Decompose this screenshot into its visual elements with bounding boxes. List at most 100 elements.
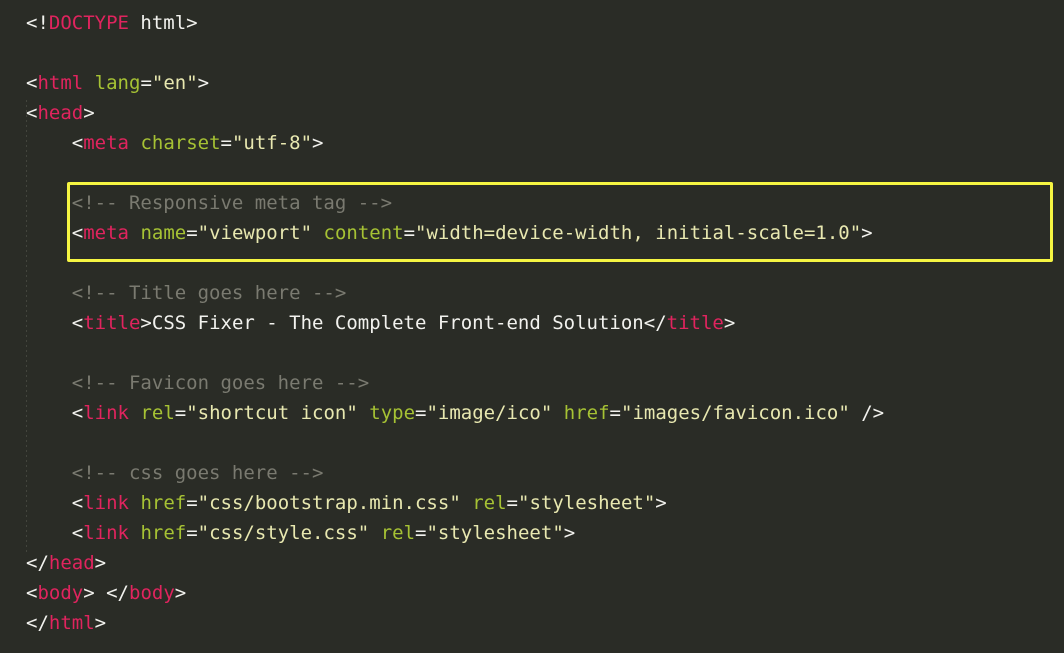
code-token-punct: </ bbox=[26, 552, 49, 574]
code-token-string: "shortcut icon" bbox=[186, 402, 358, 424]
code-token-punct: = bbox=[140, 72, 152, 94]
code-block[interactable]: <!DOCTYPE html> <html lang="en"> <head> <… bbox=[0, 0, 884, 638]
code-line[interactable]: <html lang="en"> bbox=[0, 68, 884, 98]
code-token-comment: <!-- css goes here --> bbox=[71, 462, 324, 484]
code-token-punct: < bbox=[26, 582, 38, 604]
code-token-punct: </ bbox=[106, 582, 129, 604]
code-token-comment: <!-- Title goes here --> bbox=[71, 282, 347, 304]
code-token-string: "stylesheet" bbox=[426, 522, 564, 544]
code-token-punct: <! bbox=[26, 12, 49, 34]
code-token-tag: head bbox=[48, 552, 95, 574]
code-token-punct: < bbox=[26, 102, 38, 124]
code-line[interactable]: <!-- css goes here --> bbox=[0, 458, 884, 488]
code-token-punct: = bbox=[174, 402, 187, 424]
code-line[interactable]: <body> </body> bbox=[0, 578, 884, 608]
code-token-punct: > bbox=[197, 72, 210, 94]
code-token-punct: > bbox=[83, 102, 95, 124]
code-line[interactable]: <link href="css/bootstrap.min.css" rel="… bbox=[0, 488, 884, 518]
code-token-attr: href bbox=[563, 402, 610, 424]
code-token-attr: href bbox=[140, 522, 187, 544]
code-token-tag: meta bbox=[83, 222, 129, 244]
code-token-punct: < bbox=[71, 402, 84, 424]
code-token-string: "image/ico" bbox=[426, 402, 553, 424]
code-line[interactable]: </html> bbox=[0, 608, 884, 638]
code-token-tag: html bbox=[48, 612, 95, 634]
code-token-punct: > bbox=[723, 312, 736, 334]
code-token-string: "utf-8" bbox=[231, 132, 313, 154]
code-token-text: html bbox=[128, 12, 187, 34]
code-token-string: "css/bootstrap.min.css" bbox=[197, 492, 461, 514]
code-token-punct: > bbox=[563, 522, 576, 544]
code-line[interactable] bbox=[0, 338, 884, 368]
code-viewer[interactable]: <!DOCTYPE html> <html lang="en"> <head> <… bbox=[0, 0, 1064, 653]
code-token-punct: = bbox=[186, 222, 198, 244]
code-token-punct: = bbox=[506, 492, 518, 514]
code-token-punct: < bbox=[71, 522, 84, 544]
code-token-punct: /> bbox=[849, 402, 885, 424]
code-token-attr: content bbox=[323, 222, 404, 244]
code-token-text: CSS Fixer - The Complete Front-end Solut… bbox=[151, 312, 644, 334]
code-line[interactable]: <!-- Responsive meta tag --> bbox=[0, 188, 884, 218]
code-token-punct: < bbox=[71, 312, 84, 334]
code-token-tag: link bbox=[83, 522, 129, 544]
code-token-tag: head bbox=[37, 102, 84, 124]
code-line[interactable]: <title>CSS Fixer - The Complete Front-en… bbox=[0, 308, 884, 338]
code-token-punct: < bbox=[26, 72, 38, 94]
code-line[interactable]: <!DOCTYPE html> bbox=[0, 8, 884, 38]
code-token-tag: body bbox=[37, 582, 84, 604]
code-line[interactable]: <!-- Favicon goes here --> bbox=[0, 368, 884, 398]
code-line[interactable]: <meta charset="utf-8"> bbox=[0, 128, 884, 158]
code-line[interactable]: <!-- Title goes here --> bbox=[0, 278, 884, 308]
code-line[interactable]: <head> bbox=[0, 98, 884, 128]
code-line[interactable]: <link rel="shortcut icon" type="image/ic… bbox=[0, 398, 884, 428]
code-token-punct: > bbox=[312, 132, 324, 154]
code-line[interactable] bbox=[0, 38, 884, 68]
code-line[interactable] bbox=[0, 428, 884, 458]
code-token-punct: > bbox=[861, 222, 873, 244]
code-token-punct: > bbox=[186, 12, 198, 34]
code-token-punct: = bbox=[186, 522, 198, 544]
code-line[interactable]: <meta name="viewport" content="width=dev… bbox=[0, 218, 884, 248]
code-token-string: "en" bbox=[151, 72, 198, 94]
code-token-string: "width=device-width, initial-scale=1.0" bbox=[415, 222, 862, 244]
code-line[interactable] bbox=[0, 158, 884, 188]
code-token-string: "css/style.css" bbox=[197, 522, 370, 544]
code-token-punct: > bbox=[94, 612, 107, 634]
code-token-attr: rel bbox=[380, 522, 416, 544]
code-token-tag: html bbox=[37, 72, 84, 94]
code-token-punct: = bbox=[415, 522, 427, 544]
code-token-punct: > bbox=[174, 582, 187, 604]
code-token-attr: rel bbox=[472, 492, 507, 514]
code-token-attr: type bbox=[369, 402, 416, 424]
code-line[interactable] bbox=[0, 248, 884, 278]
code-line[interactable]: <link href="css/style.css" rel="styleshe… bbox=[0, 518, 884, 548]
code-token-punct: = bbox=[609, 402, 621, 424]
code-token-attr: href bbox=[140, 492, 187, 514]
code-token-string: "viewport" bbox=[197, 222, 313, 244]
code-line[interactable]: </head> bbox=[0, 548, 884, 578]
code-token-punct: < bbox=[71, 132, 84, 154]
code-token-punct: > bbox=[140, 312, 152, 334]
code-token-attr: name bbox=[140, 222, 187, 244]
code-token-tag: body bbox=[129, 582, 175, 604]
code-token-tag: DOCTYPE bbox=[48, 12, 129, 34]
